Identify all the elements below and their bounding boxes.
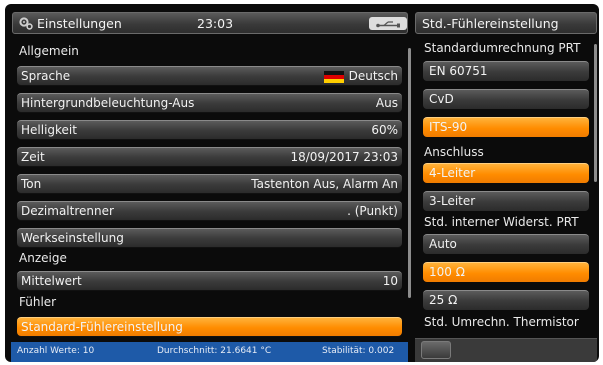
usb-icon [369,17,407,30]
device-screen: Einstellungen 23:03 Std.-Fühlereinstellu… [5,4,599,362]
row-label: Zeit [21,150,45,164]
backlight-off-row[interactable]: Hintergrundbeleuchtung-Aus Aus [17,93,402,112]
left-scrollbar[interactable] [408,48,411,298]
row-value: Deutsch [348,69,398,83]
option-3-wire[interactable]: 3-Leiter [423,191,589,211]
section-prt-conversion: Standardumrechnung PRT [424,41,581,55]
row-value: 10 [382,274,398,288]
row-value: 18/09/2017 23:03 [290,150,398,164]
option-label: ITS-90 [429,120,468,134]
clock-time: 23:03 [197,16,234,31]
row-label: Sprache [21,69,71,83]
panel-title: Std.-Fühlereinstellung [422,16,559,31]
status-count: Anzahl Werte: 10 [17,346,95,356]
option-label: CvD [429,92,454,106]
row-label: Dezimaltrenner [21,204,114,218]
row-value: 60% [371,123,398,137]
option-100-ohm[interactable]: 100 Ω [423,262,589,282]
right-scrollbar[interactable] [594,44,597,182]
settings-title-bar: Einstellungen 23:03 [12,12,408,34]
row-label: Standard-Fühlereinstellung [21,320,183,334]
sound-row[interactable]: Ton Tastenton Aus, Alarm An [17,174,402,193]
row-value: Aus [375,96,398,110]
section-sensor: Fühler [19,295,57,309]
row-value: Tastenton Aus, Alarm An [251,177,398,191]
language-row[interactable]: Sprache Deutsch [17,66,402,85]
option-label: Auto [429,237,457,251]
time-row[interactable]: Zeit 18/09/2017 23:03 [17,147,402,166]
option-cvd[interactable]: CvD [423,89,589,109]
option-label: 3-Leiter [429,194,476,208]
option-en60751[interactable]: EN 60751 [423,61,589,81]
status-bar: Anzahl Werte: 10 Durchschnitt: 21.6641 °… [11,342,408,362]
gears-icon [19,17,33,30]
page-title: Einstellungen [37,16,122,31]
option-its90[interactable]: ITS-90 [423,117,589,137]
option-4-wire[interactable]: 4-Leiter [423,163,589,183]
brightness-row[interactable]: Helligkeit 60% [17,120,402,139]
status-stability: Stabilität: 0.002 [322,346,395,356]
section-general: Allgemein [19,44,79,58]
section-internal-resistance: Std. interner Widerst. PRT [424,215,579,229]
section-thermistor-conversion: Std. Umrechn. Thermistor [424,315,579,329]
average-row[interactable]: Mittelwert 10 [17,271,402,290]
option-label: 4-Leiter [429,166,476,180]
option-label: EN 60751 [429,64,488,78]
row-label: Hintergrundbeleuchtung-Aus [21,96,195,110]
row-label: Werkseinstellung [21,231,124,245]
section-display: Anzeige [19,251,67,265]
option-25-ohm[interactable]: 25 Ω [423,290,589,310]
standard-sensor-settings-row[interactable]: Standard-Fühlereinstellung [17,317,402,336]
row-label: Helligkeit [21,123,77,137]
right-bottom-bar [415,338,597,362]
option-label: 100 Ω [429,265,465,279]
row-label: Mittelwert [21,274,82,288]
status-average: Durchschnitt: 21.6641 °C [157,346,272,356]
german-flag-icon [324,71,344,83]
sensor-settings-title-bar: Std.-Fühlereinstellung [415,12,597,34]
option-auto[interactable]: Auto [423,234,589,254]
row-value: . (Punkt) [347,204,398,218]
scroll-toggle-button[interactable] [421,341,451,359]
decimal-separator-row[interactable]: Dezimaltrenner . (Punkt) [17,201,402,220]
section-connection: Anschluss [424,145,484,159]
option-label: 25 Ω [429,293,458,307]
row-label: Ton [21,177,42,191]
factory-reset-row[interactable]: Werkseinstellung [17,228,402,247]
